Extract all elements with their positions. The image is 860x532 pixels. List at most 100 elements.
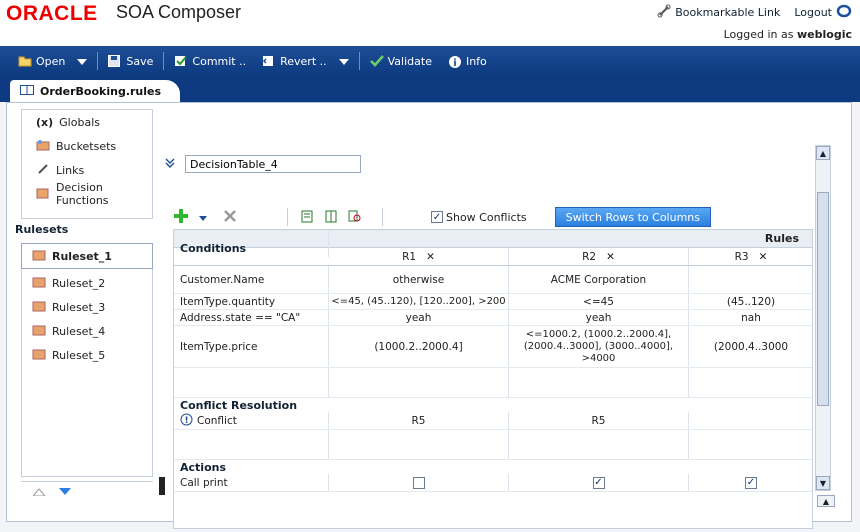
chevron-down-icon[interactable] (199, 211, 207, 224)
close-icon[interactable]: ✕ (759, 251, 768, 263)
logout-link[interactable]: Logout (794, 4, 852, 21)
validate-button[interactable]: Validate (362, 50, 440, 72)
rulesets-heading: Rulesets (15, 223, 69, 236)
condition-cell[interactable]: <=45 (509, 294, 689, 309)
move-down-icon[interactable] (59, 486, 71, 499)
ruleset-label: Ruleset_2 (52, 276, 106, 290)
empty-row-cell (509, 430, 689, 459)
left-navigation: (x) Globals Bucketsets Links Decision Fu… (15, 109, 165, 513)
scroll-up-icon[interactable]: ▲ (816, 146, 830, 160)
rule-label: R3 (734, 250, 749, 263)
nav-item-label: Links (56, 163, 85, 177)
table-action-icon-2[interactable] (324, 209, 338, 226)
conflict-cell[interactable]: R5 (329, 412, 509, 429)
scroll-to-top-icon[interactable]: ▲ (817, 495, 835, 507)
logged-in-status: Logged in as weblogic (724, 28, 852, 41)
condition-cell[interactable]: yeah (509, 310, 689, 325)
svg-text:i: i (453, 58, 456, 69)
condition-cell[interactable]: otherwise (329, 266, 509, 293)
svg-text:!: ! (184, 416, 188, 426)
commit-icon (174, 55, 188, 67)
action-cell-r1 (329, 474, 509, 491)
ruleset-item-4[interactable]: Ruleset_4 (22, 319, 152, 343)
decision-table-area: ✓ Show Conflicts Switch Rows to Columns … (165, 149, 813, 529)
rules-heading: Rules (329, 230, 812, 247)
validate-label: Validate (387, 54, 432, 68)
ruleset-item-3[interactable]: Ruleset_3 (22, 295, 152, 319)
scroll-down-icon[interactable]: ▼ (816, 476, 830, 490)
decision-function-icon (36, 187, 50, 202)
ruleset-icon (32, 276, 46, 291)
empty-row-cell (329, 430, 509, 459)
ruleset-label: Ruleset_5 (52, 348, 106, 362)
action-checkbox-r3[interactable]: ✓ (745, 476, 757, 489)
switch-rows-button[interactable]: Switch Rows to Columns (554, 207, 712, 227)
open-label: Open (36, 54, 66, 68)
condition-cell[interactable]: <=45, (45..120), [120..200], >200 (329, 294, 509, 309)
vertical-scrollbar[interactable]: ▲ ▼ (815, 145, 831, 491)
conflict-cell[interactable]: R5 (509, 412, 689, 429)
rule-header-r3[interactable]: R3 ✕ (689, 248, 812, 265)
main-toolbar: Open Save Commit .. Revert .. Validate i… (0, 46, 860, 76)
editor-panel: (x) Globals Bucketsets Links Decision Fu… (6, 102, 852, 529)
decision-table-grid: Rules Conditions R1 ✕ R2 ✕ R3 ✕ Customer… (173, 229, 813, 529)
add-icon[interactable] (173, 208, 189, 227)
action-checkbox-r1[interactable] (412, 476, 425, 489)
revert-button[interactable]: Revert .. (254, 50, 357, 72)
ruleset-item-5[interactable]: Ruleset_5 (22, 343, 152, 367)
scroll-thumb[interactable] (817, 192, 829, 406)
nav-item-globals[interactable]: (x) Globals (22, 110, 152, 134)
open-button[interactable]: Open (10, 50, 95, 72)
decision-table-name-input[interactable] (185, 155, 361, 173)
action-cell-r3: ✓ (689, 474, 812, 491)
empty-row-cell (689, 430, 812, 459)
oracle-o-icon (836, 4, 852, 21)
condition-cell[interactable]: yeah (329, 310, 509, 325)
checkbox[interactable]: ✓ (431, 211, 443, 223)
toolbar-separator (163, 52, 165, 70)
tab-orderbooking-rules[interactable]: OrderBooking.rules (10, 80, 180, 102)
rule-header-r2[interactable]: R2 ✕ (509, 248, 689, 265)
oracle-logo: ORACLE (6, 2, 98, 25)
expand-chevron-icon[interactable] (165, 158, 175, 171)
empty-row-cell (174, 368, 329, 397)
condition-cell[interactable]: <=1000.2, (1000.2..2000.4], (2000.4..300… (509, 326, 689, 367)
save-button[interactable]: Save (100, 50, 161, 72)
condition-cell[interactable]: (45..120) (689, 294, 812, 309)
table-action-icon-1[interactable] (300, 209, 314, 226)
close-icon[interactable]: ✕ (606, 251, 615, 263)
rule-label: R1 (402, 250, 417, 263)
nav-list: (x) Globals Bucketsets Links Decision Fu… (21, 109, 153, 219)
revert-icon (262, 55, 276, 67)
condition-cell[interactable]: nah (689, 310, 812, 325)
table-search-icon[interactable] (348, 209, 362, 226)
ruleset-item-2[interactable]: Ruleset_2 (22, 271, 152, 295)
bookmark-link[interactable]: Bookmarkable Link (657, 4, 780, 21)
ruleset-icon (32, 324, 46, 339)
ruleset-label: Ruleset_3 (52, 300, 106, 314)
conflict-cell[interactable] (689, 412, 812, 429)
app-header: ORACLE SOA Composer Bookmarkable Link Lo… (0, 0, 860, 46)
ruleset-item-1[interactable]: Ruleset_1 (21, 243, 153, 269)
delete-icon[interactable] (223, 209, 237, 226)
empty-row-cell (329, 368, 509, 397)
commit-button[interactable]: Commit .. (166, 50, 254, 72)
condition-cell[interactable]: (2000.4..3000 (689, 326, 812, 367)
logged-in-prefix: Logged in as (723, 28, 794, 41)
condition-cell[interactable]: (1000.2..2000.4] (329, 326, 509, 367)
condition-cell[interactable] (689, 266, 812, 293)
actions-heading: Actions (180, 460, 226, 474)
username: weblogic (797, 28, 852, 41)
ruleset-icon (32, 249, 46, 264)
nav-item-links[interactable]: Links (22, 158, 152, 182)
move-up-icon[interactable] (31, 486, 47, 499)
info-button[interactable]: i Info (440, 50, 495, 72)
nav-item-decision-functions[interactable]: Decision Functions (22, 181, 152, 207)
close-icon[interactable]: ✕ (426, 251, 435, 263)
action-checkbox-r2[interactable]: ✓ (592, 476, 605, 489)
condition-cell[interactable]: ACME Corporation (509, 266, 689, 293)
empty-row-cell (509, 368, 689, 397)
rule-header-r1[interactable]: R1 ✕ (329, 248, 509, 265)
show-conflicts-checkbox[interactable]: ✓ Show Conflicts (431, 211, 527, 224)
nav-item-bucketsets[interactable]: Bucketsets (22, 134, 152, 158)
